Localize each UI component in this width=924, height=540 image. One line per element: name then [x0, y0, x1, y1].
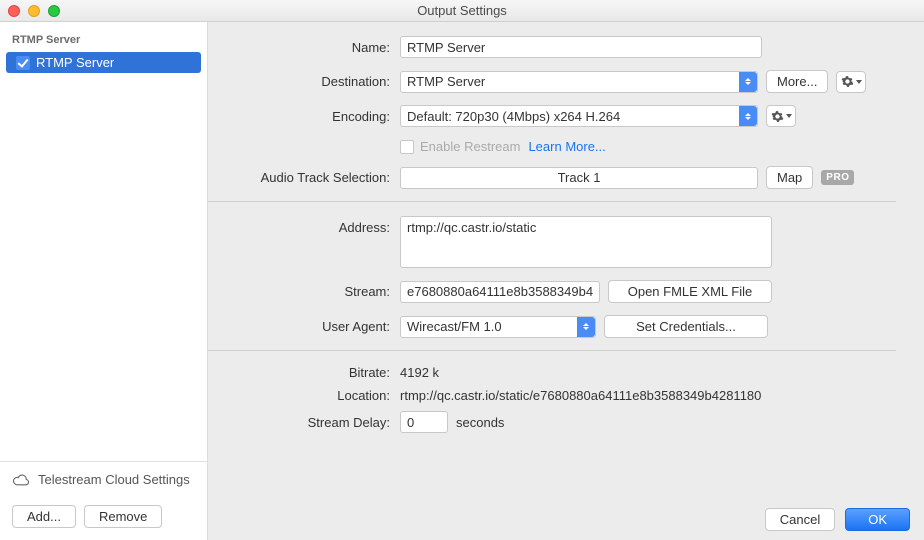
label-destination: Destination: — [208, 74, 400, 89]
checkbox-icon[interactable] — [16, 56, 30, 70]
enable-restream-label: Enable Restream — [420, 139, 520, 154]
user-agent-select[interactable]: Wirecast/FM 1.0 — [400, 316, 596, 338]
cancel-button[interactable]: Cancel — [765, 508, 835, 531]
footer: Cancel OK — [208, 498, 924, 540]
encoding-select[interactable]: Default: 720p30 (4Mbps) x264 H.264 — [400, 105, 758, 127]
sidebar-item-rtmp[interactable]: RTMP Server — [6, 52, 201, 73]
cloud-settings-label: Telestream Cloud Settings — [38, 472, 190, 487]
label-address: Address: — [208, 216, 400, 235]
sidebar: RTMP Server RTMP Server Telestream Cloud… — [0, 22, 208, 540]
label-name: Name: — [208, 40, 400, 55]
chevron-down-icon — [856, 80, 862, 84]
divider — [208, 201, 896, 202]
pro-badge: PRO — [821, 170, 854, 185]
chevron-updown-icon — [577, 317, 595, 337]
window-title: Output Settings — [0, 3, 924, 18]
label-bitrate: Bitrate: — [208, 365, 400, 380]
map-button[interactable]: Map — [766, 166, 813, 189]
label-location: Location: — [208, 388, 400, 403]
label-user-agent: User Agent: — [208, 319, 400, 334]
destination-value: RTMP Server — [407, 74, 485, 89]
user-agent-value: Wirecast/FM 1.0 — [407, 319, 502, 334]
label-stream: Stream: — [208, 284, 400, 299]
cloud-icon — [12, 473, 30, 486]
chevron-down-icon — [786, 114, 792, 118]
titlebar: Output Settings — [0, 0, 924, 22]
open-fmle-button[interactable]: Open FMLE XML File — [608, 280, 772, 303]
more-button[interactable]: More... — [766, 70, 828, 93]
seconds-label: seconds — [456, 415, 504, 430]
learn-more-link[interactable]: Learn More... — [528, 139, 605, 154]
name-input[interactable] — [400, 36, 762, 58]
remove-button[interactable]: Remove — [84, 505, 162, 528]
set-credentials-button[interactable]: Set Credentials... — [604, 315, 768, 338]
encoding-value: Default: 720p30 (4Mbps) x264 H.264 — [407, 109, 620, 124]
destination-gear-button[interactable] — [836, 71, 866, 93]
stream-delay-input[interactable] — [400, 411, 448, 433]
audio-track-field[interactable] — [400, 167, 758, 189]
main-panel: Name: Destination: RTMP Server More... — [208, 22, 924, 540]
checkbox-icon — [400, 140, 414, 154]
destination-select[interactable]: RTMP Server — [400, 71, 758, 93]
chevron-updown-icon — [739, 106, 757, 126]
location-value: rtmp://qc.castr.io/static/e7680880a64111… — [400, 388, 761, 403]
divider — [208, 350, 896, 351]
sidebar-heading: RTMP Server — [0, 22, 207, 52]
chevron-updown-icon — [739, 72, 757, 92]
bitrate-value: 4192 k — [400, 365, 439, 380]
label-audio-track: Audio Track Selection: — [208, 170, 400, 185]
gear-icon — [841, 75, 854, 88]
encoding-gear-button[interactable] — [766, 105, 796, 127]
ok-button[interactable]: OK — [845, 508, 910, 531]
enable-restream-checkbox: Enable Restream — [400, 139, 520, 154]
label-stream-delay: Stream Delay: — [208, 415, 400, 430]
sidebar-item-label: RTMP Server — [36, 55, 114, 70]
cloud-settings-row[interactable]: Telestream Cloud Settings — [0, 462, 207, 497]
label-encoding: Encoding: — [208, 109, 400, 124]
gear-icon — [771, 110, 784, 123]
address-input[interactable]: rtmp://qc.castr.io/static — [400, 216, 772, 268]
stream-input[interactable] — [400, 281, 600, 303]
add-button[interactable]: Add... — [12, 505, 76, 528]
